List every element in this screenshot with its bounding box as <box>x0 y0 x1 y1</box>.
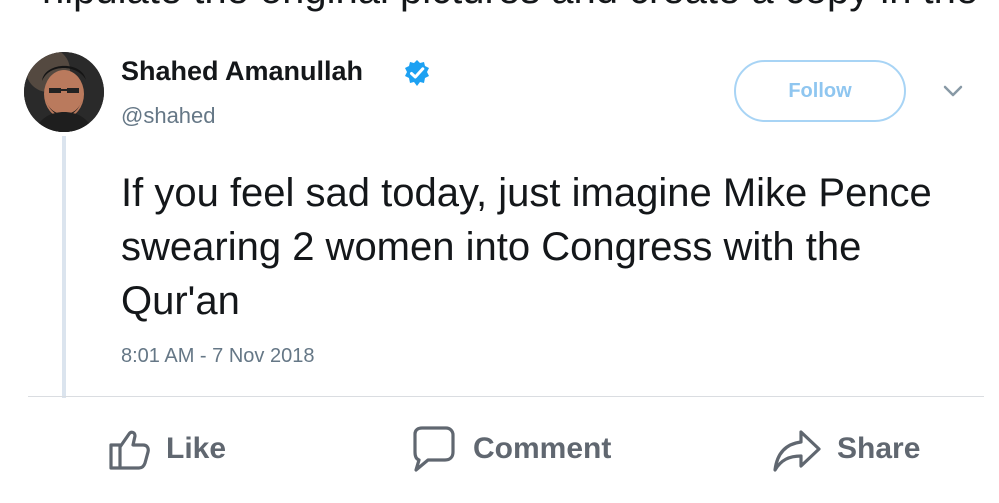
cropped-top-caption: nipulate the original pictures and creat… <box>0 0 999 24</box>
tweet-vertical-rule <box>62 136 66 398</box>
share-label: Share <box>837 432 921 465</box>
thumbs-up-icon <box>109 430 150 470</box>
share-arrow-icon <box>773 430 821 472</box>
tweet-timestamp[interactable]: 8:01 AM - 7 Nov 2018 <box>121 345 314 368</box>
verified-badge-icon <box>405 60 429 86</box>
tweet-text: If you feel sad today, just imagine Mike… <box>121 171 932 323</box>
like-button[interactable]: Like <box>104 424 226 474</box>
like-label: Like <box>166 432 227 465</box>
share-button[interactable]: Share <box>771 424 920 474</box>
actions-divider <box>28 396 984 397</box>
cropped-caption-text: nipulate the original pictures and creat… <box>42 0 978 13</box>
comment-label: Comment <box>473 432 612 465</box>
avatar[interactable] <box>24 52 104 132</box>
chevron-down-icon[interactable] <box>942 84 964 98</box>
profile-photo <box>24 52 104 132</box>
author-handle[interactable]: @shahed <box>121 103 216 129</box>
author-name[interactable]: Shahed Amanullah <box>121 56 363 87</box>
follow-button[interactable]: Follow <box>734 60 906 122</box>
comment-icon <box>413 426 455 472</box>
comment-button[interactable]: Comment <box>407 424 611 474</box>
